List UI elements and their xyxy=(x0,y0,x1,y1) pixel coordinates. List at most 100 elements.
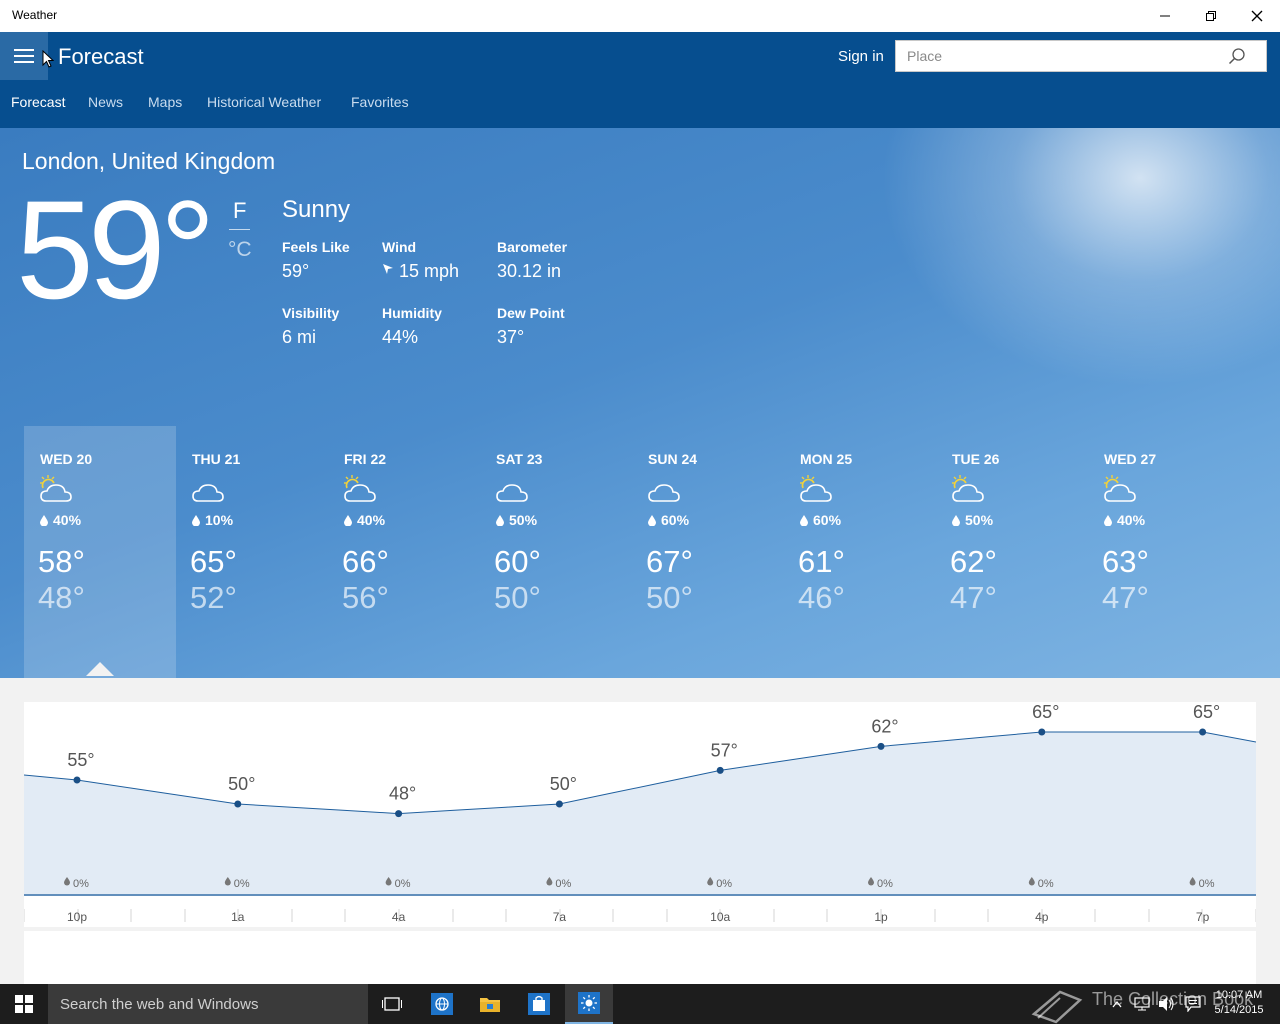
taskbar-weather-button[interactable] xyxy=(565,984,613,1024)
tab-maps[interactable]: Maps xyxy=(148,94,182,110)
windows-logo-icon xyxy=(15,995,33,1013)
temp-label: 55° xyxy=(67,750,94,770)
cloudy-icon xyxy=(646,474,682,509)
day-name: WED 20 xyxy=(40,451,93,467)
hamburger-icon xyxy=(14,49,34,63)
minimize-button[interactable] xyxy=(1142,0,1188,32)
detail-label: Visibility xyxy=(282,305,340,321)
restore-icon xyxy=(1206,11,1216,21)
temp-point[interactable] xyxy=(1038,728,1046,736)
taskbar-store-button[interactable] xyxy=(515,984,563,1024)
temp-point[interactable] xyxy=(555,800,563,808)
detail-wind: Wind 15 mph xyxy=(382,239,459,282)
network-icon[interactable] xyxy=(1134,996,1152,1012)
taskbar-search-placeholder: Search the web and Windows xyxy=(60,996,259,1013)
task-view-button[interactable] xyxy=(368,984,416,1024)
sign-in-link[interactable]: Sign in xyxy=(838,48,884,65)
tab-historical-weather[interactable]: Historical Weather xyxy=(207,94,321,110)
place-search-input[interactable] xyxy=(896,41,1216,71)
weather-sun-icon xyxy=(578,992,600,1014)
start-button[interactable] xyxy=(0,984,48,1024)
precip-value: 40% xyxy=(1117,512,1146,528)
unit-divider xyxy=(229,229,250,230)
hourly-precip-label: 0% xyxy=(73,878,89,890)
restore-button[interactable] xyxy=(1188,0,1234,32)
tab-forecast[interactable]: Forecast xyxy=(11,94,65,110)
day-low-temp: 52° xyxy=(190,580,237,615)
temp-point[interactable] xyxy=(716,766,724,774)
day-precipitation: 60% xyxy=(648,512,689,528)
volume-icon[interactable] xyxy=(1158,996,1176,1012)
taskbar-browser-button[interactable] xyxy=(418,984,466,1024)
taskbar-file-explorer-button[interactable] xyxy=(466,984,514,1024)
day-name: SAT 23 xyxy=(496,451,543,467)
hamburger-menu-button[interactable] xyxy=(0,32,54,80)
day-high-temp: 62° xyxy=(950,544,997,579)
hour-label: 4p xyxy=(1035,910,1049,924)
current-condition: Sunny xyxy=(282,196,351,223)
detail-value: 59° xyxy=(282,261,310,281)
partly-sunny-icon xyxy=(38,474,74,509)
day-precipitation: 40% xyxy=(344,512,385,528)
detail-value: 44% xyxy=(382,327,419,347)
day-high-temp: 63° xyxy=(1102,544,1149,579)
day-low-temp: 50° xyxy=(646,580,693,615)
unit-celsius-toggle[interactable]: °C xyxy=(228,238,252,262)
temp-point[interactable] xyxy=(877,742,885,750)
page-title: Forecast xyxy=(58,44,144,69)
temp-label: 50° xyxy=(550,774,577,794)
hour-label: 10a xyxy=(710,910,730,924)
close-button[interactable] xyxy=(1234,0,1280,32)
temperature-area xyxy=(24,732,1256,894)
taskbar-search-box[interactable]: Search the web and Windows xyxy=(48,984,368,1024)
folder-icon xyxy=(480,998,500,1012)
temp-point[interactable] xyxy=(395,810,403,818)
day-forecast-sat-23[interactable]: SAT 23 50% 60° 50° xyxy=(480,426,632,678)
place-search-box xyxy=(895,40,1267,72)
book-logo-icon xyxy=(1031,990,1083,1024)
day-forecast-fri-22[interactable]: FRI 22 40% 66° 56° xyxy=(328,426,480,678)
day-high-temp: 67° xyxy=(646,544,693,579)
hourly-precip-label: 0% xyxy=(1038,878,1054,890)
raindrop-icon xyxy=(192,515,200,527)
show-hidden-icons-icon[interactable] xyxy=(1112,1000,1122,1008)
tab-favorites[interactable]: Favorites xyxy=(351,94,409,110)
temp-label: 65° xyxy=(1032,702,1059,722)
day-forecast-wed-20[interactable]: WED 20 40% 58° 48° xyxy=(24,426,176,678)
daily-forecast-strip: WED 20 40% 58° 48° THU 21 10% 65° 52° FRI 22 40% 6… xyxy=(24,426,1264,678)
precip-value: 40% xyxy=(357,512,386,528)
action-center-icon[interactable] xyxy=(1185,996,1201,1012)
globe-icon xyxy=(431,993,453,1015)
detail-humidity: Humidity 44% xyxy=(382,305,442,348)
day-precipitation: 40% xyxy=(1104,512,1145,528)
title-bar: Weather xyxy=(0,0,1280,32)
detail-dew-point: Dew Point 37° xyxy=(497,305,565,348)
day-name: WED 27 xyxy=(1104,451,1157,467)
day-forecast-wed-27[interactable]: WED 27 40% 63° 47° xyxy=(1088,426,1240,678)
tab-news[interactable]: News xyxy=(88,94,123,110)
current-temperature: 59° xyxy=(16,171,216,328)
clock-date: 5/14/2015 xyxy=(1214,1004,1264,1016)
detail-value: 37° xyxy=(497,327,525,347)
store-bag-icon xyxy=(528,993,550,1015)
temp-point[interactable] xyxy=(234,800,242,808)
unit-fahrenheit-toggle[interactable]: F xyxy=(233,198,246,224)
precip-value: 50% xyxy=(509,512,538,528)
detail-feels-like: Feels Like 59° xyxy=(282,239,350,282)
search-icon[interactable] xyxy=(1228,47,1246,65)
hour-label: 7a xyxy=(553,910,567,924)
precip-value: 50% xyxy=(965,512,994,528)
day-forecast-thu-21[interactable]: THU 21 10% 65° 52° xyxy=(176,426,328,678)
temp-label: 62° xyxy=(871,716,898,736)
system-clock[interactable]: 10:07 AM 5/14/2015 xyxy=(1208,988,1270,1018)
detail-label: Humidity xyxy=(382,305,442,321)
window-title: Weather xyxy=(12,8,58,22)
day-forecast-tue-26[interactable]: TUE 26 50% 62° 47° xyxy=(936,426,1088,678)
day-forecast-sun-24[interactable]: SUN 24 60% 67° 50° xyxy=(632,426,784,678)
temp-point[interactable] xyxy=(73,776,81,784)
minimize-icon xyxy=(1160,15,1170,17)
day-forecast-mon-25[interactable]: MON 25 60% 61° 46° xyxy=(784,426,936,678)
temp-point[interactable] xyxy=(1199,728,1207,736)
task-view-icon xyxy=(382,997,402,1011)
precip-value: 10% xyxy=(205,512,234,528)
